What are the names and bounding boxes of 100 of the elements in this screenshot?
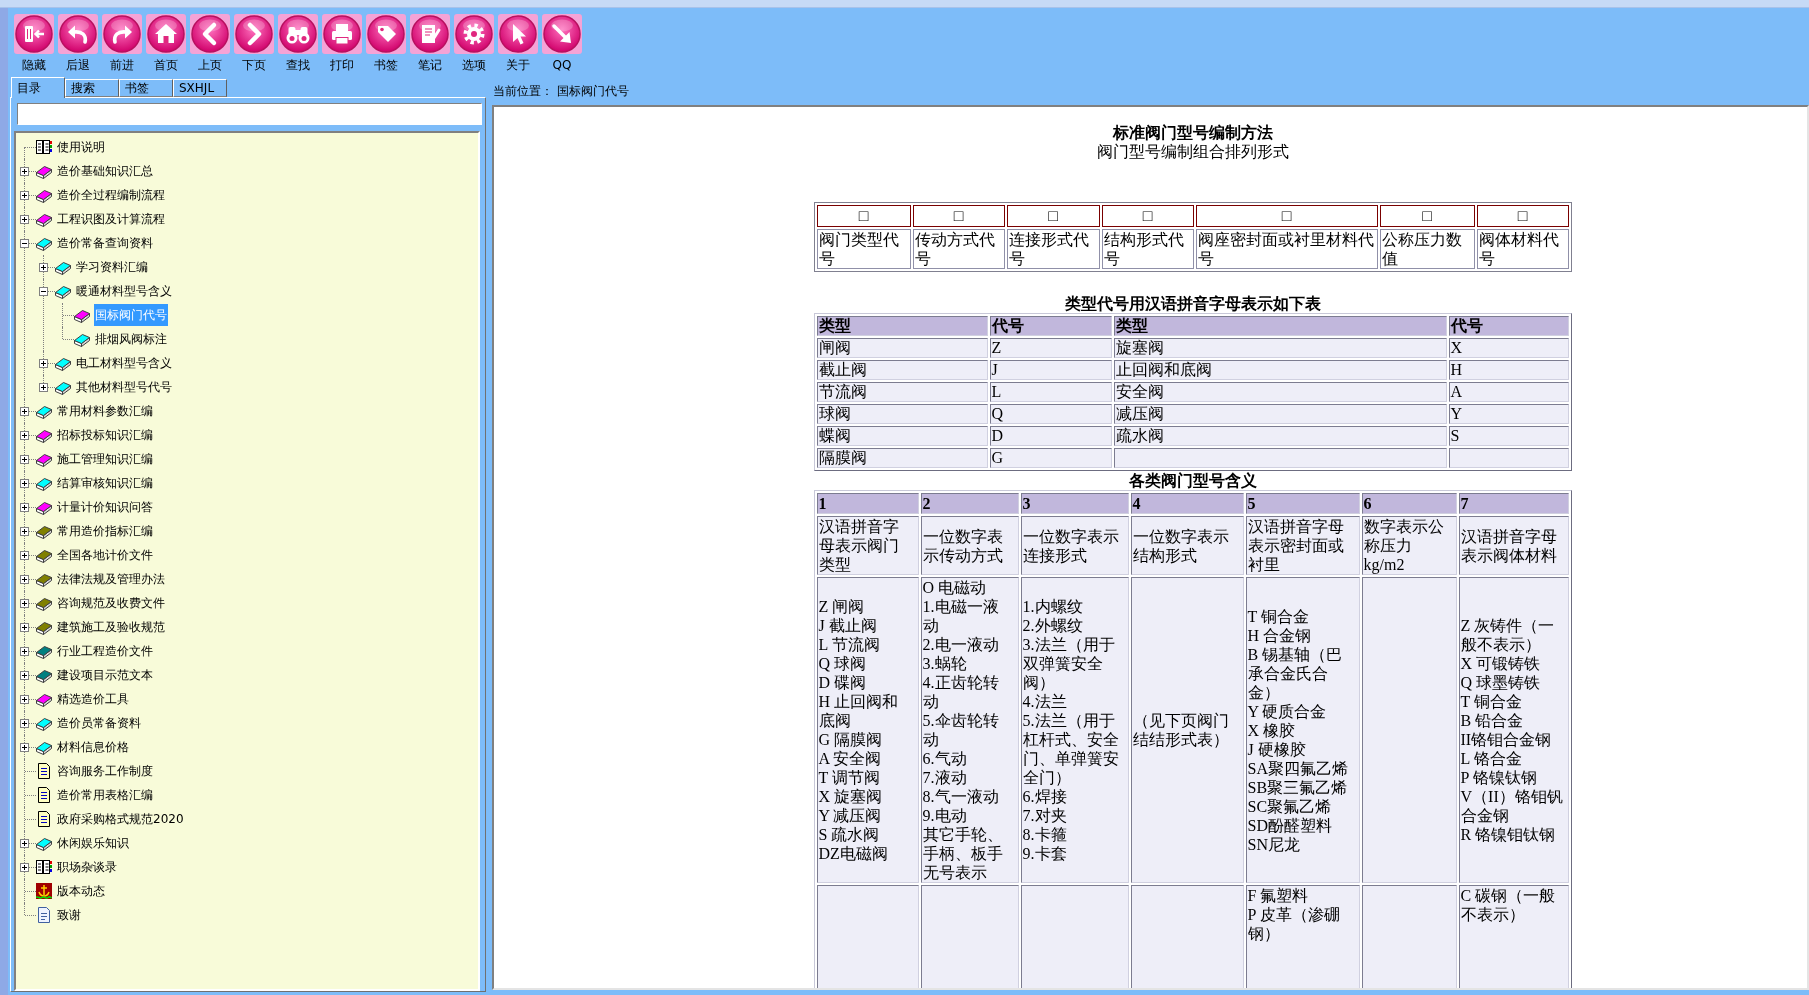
tree-item[interactable]: 全国各地计价文件: [56, 544, 154, 566]
expand-icon[interactable]: [39, 358, 48, 368]
table-cell: 截止阀: [816, 360, 988, 380]
table-cell: □: [1379, 205, 1475, 227]
expand-icon[interactable]: [20, 622, 29, 632]
code-entry: 5.伞齿轮转动: [922, 711, 1000, 749]
tree-item[interactable]: 致谢: [56, 904, 82, 926]
tree-item[interactable]: 排烟风阀标注: [94, 328, 168, 350]
find-button[interactable]: 查找: [278, 14, 318, 77]
tree-item[interactable]: 造价基础知识汇总: [56, 160, 154, 182]
expand-icon[interactable]: [20, 430, 29, 440]
tree-item[interactable]: 版本动态: [56, 880, 106, 902]
tree-item[interactable]: 计量计价知识问答: [56, 496, 154, 518]
column-header: 类型: [1113, 316, 1447, 336]
bookmark-button[interactable]: 书签: [366, 14, 406, 77]
code-entry: 7.液动: [922, 768, 968, 787]
tree-item[interactable]: 结算审核知识汇编: [56, 472, 154, 494]
tab[interactable]: SXHJL: [173, 79, 227, 97]
home-button[interactable]: 首页: [146, 14, 186, 77]
table-cell: 减压阀: [1113, 404, 1447, 424]
notes-button[interactable]: 笔记: [410, 14, 450, 77]
breadcrumb-current: 国标阀门代号: [557, 82, 629, 100]
hide-button[interactable]: 隐藏: [14, 14, 54, 77]
tree-item[interactable]: 造价全过程编制流程: [56, 184, 166, 206]
tree-item[interactable]: 常用材料参数汇编: [56, 400, 154, 422]
tag-icon: [366, 14, 406, 54]
code-entry: SC聚氟乙烯: [1247, 796, 1333, 816]
about-button[interactable]: 关于: [498, 14, 538, 77]
tree-item[interactable]: 政府采购格式规范2020: [56, 808, 185, 830]
expand-icon[interactable]: [20, 454, 29, 464]
expand-icon[interactable]: [20, 214, 29, 224]
back-button[interactable]: 后退: [58, 14, 98, 77]
column-header: 2: [920, 493, 1019, 514]
table-cell: 汉语拼音字母表示密封面或衬里: [1245, 516, 1360, 575]
tree-item[interactable]: 造价常备查询资料: [56, 232, 154, 254]
search-field[interactable]: [17, 103, 482, 125]
tree-item[interactable]: 精选造价工具: [56, 688, 130, 710]
expand-icon[interactable]: [20, 406, 29, 416]
expand-icon[interactable]: [20, 190, 29, 200]
tree-item[interactable]: 咨询服务工作制度: [56, 760, 154, 782]
tree-item[interactable]: 常用造价指标汇编: [56, 520, 154, 542]
expand-icon[interactable]: [20, 694, 29, 704]
qq-button[interactable]: QQ: [542, 14, 582, 77]
page-subtitle: 阀门型号编制组合排列形式: [1096, 142, 1289, 161]
tree-item[interactable]: 职场杂谈录: [56, 856, 118, 878]
expand-icon[interactable]: [20, 526, 29, 536]
code-entry: P 铬镍钛钢: [1460, 768, 1538, 787]
tree-item[interactable]: 学习资料汇编: [75, 256, 149, 278]
print-button[interactable]: 打印: [322, 14, 362, 77]
expand-icon[interactable]: [20, 166, 29, 176]
expand-icon[interactable]: [20, 742, 29, 752]
expand-icon[interactable]: [20, 598, 29, 608]
tree-item[interactable]: 使用说明: [56, 136, 106, 158]
expand-icon[interactable]: [20, 550, 29, 560]
expand-icon[interactable]: [20, 670, 29, 680]
expand-icon[interactable]: [20, 862, 29, 872]
collapse-icon[interactable]: [39, 286, 48, 296]
table-cell: 一位数字表示连接形式: [1020, 516, 1129, 575]
tree-item[interactable]: 招标投标知识汇编: [56, 424, 154, 446]
expand-icon[interactable]: [20, 718, 29, 728]
next-page-button[interactable]: 下页: [234, 14, 274, 77]
tree-item[interactable]: 休闲娱乐知识: [56, 832, 130, 854]
tree-item[interactable]: 行业工程造价文件: [56, 640, 154, 662]
breadcrumb-label: 当前位置：: [493, 82, 553, 100]
tree-item[interactable]: 暖通材料型号含义: [75, 280, 173, 302]
expand-icon[interactable]: [39, 382, 48, 392]
expand-icon[interactable]: [20, 646, 29, 656]
code-entry: Y 硬质合金: [1247, 701, 1328, 721]
table-cell: 数字表示公称压力kg/m2: [1361, 516, 1457, 575]
expand-icon[interactable]: [39, 262, 48, 272]
tree-item[interactable]: 其他材料型号代号: [75, 376, 173, 398]
code-entry: F 氟塑料: [1247, 886, 1310, 905]
tree-item[interactable]: 法律法规及管理办法: [56, 568, 166, 590]
table-cell: Q: [989, 404, 1112, 424]
code-entry: T 铜合金: [1460, 692, 1523, 711]
tree-item[interactable]: 工程识图及计算流程: [56, 208, 166, 230]
code-entry: SN尼龙: [1247, 834, 1301, 854]
tree-item[interactable]: 造价常用表格汇编: [56, 784, 154, 806]
tree-item[interactable]: 建设项目示范文本: [56, 664, 154, 686]
tree-item[interactable]: 施工管理知识汇编: [56, 448, 154, 470]
tree-item[interactable]: 咨询规范及收费文件: [56, 592, 166, 614]
forward-button[interactable]: 前进: [102, 14, 142, 77]
tree-item[interactable]: 建筑施工及验收规范: [56, 616, 166, 638]
expand-icon[interactable]: [20, 502, 29, 512]
tree-item[interactable]: 材料信息价格: [56, 736, 130, 758]
tab[interactable]: 搜索: [65, 79, 119, 97]
previous-page-button[interactable]: 上页: [190, 14, 230, 77]
expand-icon[interactable]: [20, 574, 29, 584]
anchor-icon: [36, 883, 52, 899]
tab[interactable]: 目录: [11, 77, 65, 98]
table-cell: 球阀: [816, 404, 988, 424]
collapse-icon[interactable]: [20, 238, 29, 248]
expand-icon[interactable]: [20, 838, 29, 848]
options-button[interactable]: 选项: [454, 14, 494, 77]
expand-icon[interactable]: [20, 478, 29, 488]
tree-item[interactable]: 电工材料型号含义: [75, 352, 173, 374]
tab[interactable]: 书签: [119, 79, 173, 97]
tree-item[interactable]: 造价员常备资料: [56, 712, 142, 734]
code-entry: Q 球墨铸铁: [1460, 673, 1542, 692]
table-heading: 各类阀门型号含义: [1128, 471, 1257, 490]
